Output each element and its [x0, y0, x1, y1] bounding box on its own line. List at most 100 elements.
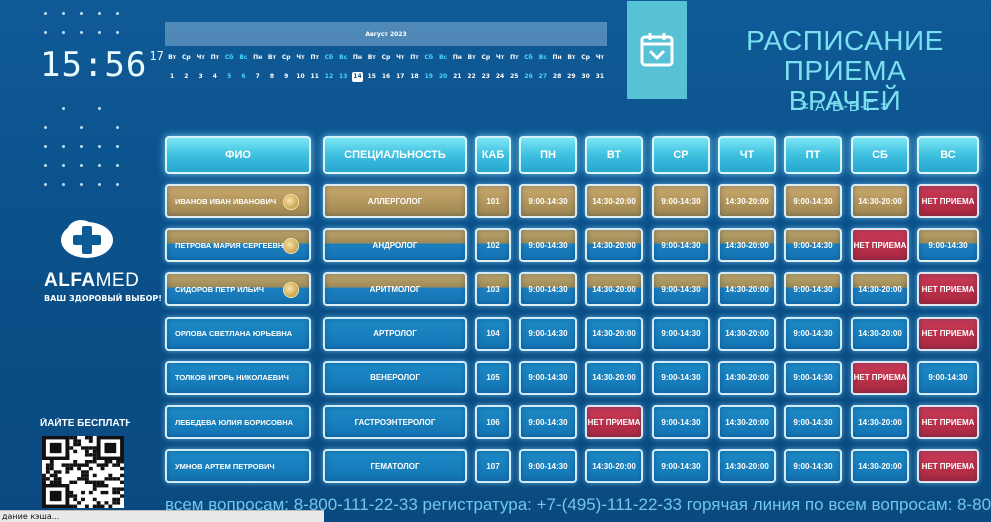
calendar-date[interactable]: 27 — [536, 70, 550, 84]
calendar-date[interactable]: 14 — [352, 72, 363, 82]
calendar-date[interactable]: 22 — [464, 70, 478, 84]
column-header: ФИО — [165, 136, 311, 174]
schedule-cell: 14:30-20:00 — [585, 449, 643, 484]
doctor-specialty-label: АРТРОЛОГ — [373, 329, 417, 339]
calendar-weekday: Пт — [210, 54, 220, 61]
schedule-cell: 14:30-20:00 — [718, 272, 776, 307]
calendar-weekday: Вс — [339, 54, 348, 61]
schedule-cell-label: 9:00-14:30 — [528, 240, 568, 250]
award-badge-icon — [283, 194, 299, 210]
schedule-cell: 9:00-14:30 — [519, 228, 577, 263]
calendar-date[interactable]: 13 — [336, 70, 350, 84]
doctor-name: ЛЕБЕДЕВА ЮЛИЯ БОРИСОВНА — [165, 405, 311, 439]
doctor-name: СИДОРОВ ПЕТР ИЛЬИЧ — [165, 272, 311, 307]
schedule-cell: 9:00-14:30 — [652, 405, 710, 439]
calendar-date[interactable]: 19 — [422, 70, 436, 84]
schedule-cell: 9:00-14:30 — [519, 272, 577, 307]
calendar-weekday: Ср — [481, 54, 491, 61]
schedule-cell: 9:00-14:30 — [652, 184, 710, 218]
calendar-date[interactable]: 11 — [308, 70, 322, 84]
cabinet-number-label: 104 — [486, 329, 500, 339]
calendar-date[interactable]: 16 — [379, 70, 393, 84]
calendar-date[interactable]: 15 — [365, 70, 379, 84]
doctor-specialty: ГЕМАТОЛОГ — [323, 449, 467, 484]
doctor-name: ИВАНОВ ИВАН ИВАНОВИЧ — [165, 184, 311, 218]
brand-slogan: ВАШ ЗДОРОВЫЙ ВЫБОР! — [44, 294, 162, 303]
calendar-date[interactable]: 28 — [550, 70, 564, 84]
calendar-weekday: Сб — [424, 54, 434, 61]
schedule-cell-label: 9:00-14:30 — [661, 240, 701, 250]
calendar-date[interactable]: 4 — [208, 70, 222, 84]
schedule-cell-label: 14:30-20:00 — [725, 373, 769, 383]
table-row: УМНОВ АРТЕМ ПЕТРОВИЧ ГЕМАТОЛОГ 107 9:00-14:… — [165, 446, 985, 486]
schedule-cell-label: 14:30-20:00 — [858, 417, 902, 427]
schedule-cell: 14:30-20:00 — [585, 272, 643, 307]
calendar-date[interactable]: 8 — [265, 70, 279, 84]
schedule-cell-label: 9:00-14:30 — [793, 329, 833, 339]
calendar-date[interactable]: 1 — [165, 70, 179, 84]
schedule-cell: 14:30-20:00 — [718, 228, 776, 263]
calendar-date[interactable]: 31 — [593, 70, 607, 84]
calendar-weekday: Сб — [524, 54, 533, 61]
doctor-name: УМНОВ АРТЕМ ПЕТРОВИЧ — [165, 449, 311, 484]
doctor-specialty-label: АЛЛЕРГОЛОГ — [367, 196, 423, 206]
column-header: ПН — [519, 136, 577, 174]
calendar-date[interactable]: 5 — [222, 70, 236, 84]
column-header: ЧТ — [718, 136, 776, 174]
doctor-name: ОРЛОВА СВЕТЛАНА ЮРЬЕВНА — [165, 316, 311, 351]
calendar-date[interactable]: 21 — [450, 70, 464, 84]
schedule-cell: 14:30-20:00 — [718, 184, 776, 218]
calendar-date[interactable]: 29 — [564, 70, 578, 84]
calendar-date[interactable]: 18 — [407, 70, 421, 84]
schedule-cell-label: 14:30-20:00 — [592, 240, 636, 250]
calendar-weekday: Вт — [367, 54, 376, 61]
calendar-weekday: Вс — [438, 54, 448, 61]
schedule-cell-label: 9:00-14:30 — [661, 196, 701, 206]
schedule-cell: 14:30-20:00 — [585, 228, 643, 263]
schedule-cell-label: 14:30-20:00 — [725, 417, 769, 427]
schedule-cell: 9:00-14:30 — [784, 184, 842, 218]
doctor-specialty-label: ГЕМАТОЛОГ — [370, 461, 420, 471]
calendar-date[interactable]: 6 — [236, 70, 250, 84]
browser-status-bar: дание кэша... — [0, 510, 324, 522]
calendar-date[interactable]: 10 — [293, 70, 307, 84]
cabinet-number-label: 102 — [486, 240, 500, 250]
schedule-cell-label: 9:00-14:30 — [661, 329, 701, 339]
cabinet-number-label: 101 — [486, 196, 500, 206]
alfamed-logo: ALFAMED ВАШ ЗДОРОВЫЙ ВЫБОР! — [44, 216, 162, 316]
schedule-cell: НЕТ ПРИЕМА — [585, 405, 643, 439]
calendar-weekday: Вт — [567, 54, 576, 61]
doctor-name-label: ТОЛКОВ ИГОРЬ НИКОЛАЕВИЧ — [175, 373, 289, 383]
calendar-date[interactable]: 26 — [521, 70, 535, 84]
schedule-cell: 9:00-14:30 — [784, 272, 842, 307]
calendar-weekday: Пн — [352, 54, 363, 61]
calendar-date[interactable]: 7 — [251, 70, 265, 84]
calendar-date[interactable]: 25 — [507, 70, 521, 84]
calendar-date[interactable]: 9 — [279, 70, 293, 84]
schedule-cell: 9:00-14:30 — [652, 316, 710, 351]
calendar-weekday: Ср — [381, 54, 391, 61]
calendar-weekday: Пн — [253, 54, 263, 61]
calendar-date[interactable]: 12 — [322, 70, 336, 84]
clock-seconds: 17 — [149, 49, 164, 63]
schedule-cell: 14:30-20:00 — [851, 184, 909, 218]
calendar-date[interactable]: 3 — [194, 70, 208, 84]
schedule-cell: 14:30-20:00 — [585, 316, 643, 351]
calendar-date[interactable]: 30 — [578, 70, 592, 84]
calendar-date[interactable]: 23 — [479, 70, 493, 84]
cabinet-number: 103 — [475, 272, 511, 307]
cabinet-number-label: 107 — [486, 461, 500, 471]
promo-text: ЙАЙТЕ БЕСПЛАТНО Г — [40, 418, 130, 429]
calendar-date[interactable]: 17 — [393, 70, 407, 84]
calendar-date[interactable]: 2 — [179, 70, 193, 84]
calendar-date[interactable]: 24 — [493, 70, 507, 84]
calendar-date[interactable]: 20 — [436, 70, 450, 84]
column-header-label: ВС — [940, 149, 956, 161]
schedule-cell-label: НЕТ ПРИЕМА — [853, 240, 907, 250]
doctor-specialty: АРИТМОЛОГ — [323, 272, 467, 307]
schedule-cell: 14:30-20:00 — [851, 405, 909, 439]
column-header-label: ПТ — [805, 149, 821, 161]
schedule-cell-label: 14:30-20:00 — [725, 461, 769, 471]
month-calendar: Август 2023 Вт Ср Чт Пт Сб Вс Пн Вт Ср Чт Пт Сб Вс Пн… — [165, 22, 607, 86]
calendar-weekday: Вт — [168, 54, 177, 61]
